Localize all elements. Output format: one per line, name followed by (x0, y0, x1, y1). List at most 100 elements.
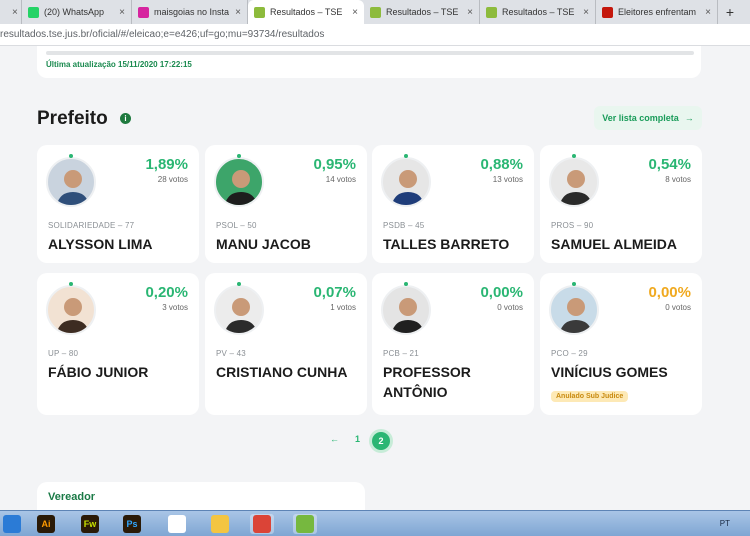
close-tab-icon[interactable]: × (352, 7, 358, 18)
party-number: PV – 43 (216, 349, 246, 358)
chrome-icon[interactable] (250, 514, 274, 534)
browser-tab[interactable]: maisgoias no Instag × (132, 0, 248, 24)
candidate-card[interactable]: 0,54% 8 votos PROS – 90 SAMUEL ALMEIDA (540, 145, 702, 263)
update-card: Última atualização 15/11/2020 17:22:15 (37, 46, 701, 78)
vote-percentage: 0,54% (648, 156, 691, 173)
candidate-card[interactable]: 0,07% 1 votos PV – 43 CRISTIANO CUNHA (205, 273, 367, 415)
close-tab-icon[interactable]: × (705, 7, 711, 18)
vote-percentage: 0,20% (145, 284, 188, 301)
candidate-photo (46, 285, 96, 335)
person-silhouette-icon (56, 170, 90, 205)
close-tab-icon[interactable]: × (12, 7, 18, 18)
status-dot (69, 282, 73, 286)
close-tab-icon[interactable]: × (583, 7, 589, 18)
taskbar-app-label (168, 515, 186, 533)
info-icon[interactable]: i (120, 113, 131, 124)
tse-icon (370, 6, 381, 18)
magnifier-document-icon[interactable] (165, 514, 189, 534)
vote-count: 0 votos (665, 303, 691, 312)
vote-count: 14 votos (325, 175, 356, 184)
candidate-photo (549, 285, 599, 335)
url-text[interactable]: resultados.tse.jus.br/oficial/#/eleicao;… (0, 29, 324, 40)
illustrator-icon[interactable]: Ai (34, 514, 58, 534)
pagination: ← 1 2 (0, 432, 750, 454)
candidate-card[interactable]: 1,89% 28 votos SOLIDARIEDADE – 77 ALYSSON L… (37, 145, 199, 263)
party-number: PSDB – 45 (383, 221, 425, 230)
new-tab-button[interactable]: + (718, 0, 742, 24)
vote-percentage: 0,00% (480, 284, 523, 301)
close-tab-icon[interactable]: × (235, 7, 241, 18)
taskbar-app-label: Fw (81, 515, 99, 533)
candidate-name: TALLES BARRETO (383, 236, 510, 252)
party-number: PCO – 29 (551, 349, 588, 358)
vote-percentage: 0,88% (480, 156, 523, 173)
tab-title: Eleitores enfrentam (618, 7, 697, 17)
taskbar-app-label (211, 515, 229, 533)
party-number: PROS – 90 (551, 221, 594, 230)
candidate-photo (381, 285, 431, 335)
browser-tab[interactable]: Resultados – TSE × (480, 0, 596, 24)
taskbar-app-label (296, 515, 314, 533)
last-update-label: Última atualização 15/11/2020 17:22:15 (46, 60, 192, 69)
party-number: UP – 80 (48, 349, 79, 358)
candidate-card[interactable]: 0,95% 14 votos PSOL – 50 MANU JACOB (205, 145, 367, 263)
candidate-card[interactable]: 0,88% 13 votos PSDB – 45 TALLES BARRETO (372, 145, 534, 263)
close-tab-icon[interactable]: × (467, 7, 473, 18)
taskbar-app-label (253, 515, 271, 533)
language-indicator[interactable]: PT (720, 519, 730, 528)
status-dot (404, 154, 408, 158)
status-dot (237, 282, 241, 286)
browser-tab[interactable]: Resultados – TSE × (364, 0, 480, 24)
view-full-list-button[interactable]: Ver lista completa → (594, 106, 702, 130)
vereador-title: Vereador (48, 491, 96, 503)
person-silhouette-icon (559, 170, 593, 205)
whatsapp-icon (28, 6, 39, 18)
instagram-icon (138, 6, 149, 18)
person-silhouette-icon (391, 170, 425, 205)
vereador-card[interactable]: Vereador (37, 482, 365, 510)
candidate-name: MANU JACOB (216, 236, 311, 252)
candidate-card[interactable]: 0,00% 0 votos PCB – 21 PROFESSOR ANTÔNIO (372, 273, 534, 415)
candidate-photo (214, 285, 264, 335)
candidate-card[interactable]: 0,20% 3 votos UP – 80 FÁBIO JUNIOR (37, 273, 199, 415)
browser-tab[interactable]: × (0, 0, 22, 24)
folder-icon[interactable] (208, 514, 232, 534)
browser-tab[interactable]: Eleitores enfrentam × (596, 0, 718, 24)
candidate-photo (381, 157, 431, 207)
person-silhouette-icon (224, 298, 258, 333)
status-dot (572, 154, 576, 158)
candidate-photo (549, 157, 599, 207)
photoshop-icon[interactable]: Ps (120, 514, 144, 534)
taskbar: PT Ai Fw Ps (0, 510, 750, 536)
candidate-card[interactable]: 0,00% 0 votos PCO – 29 VINÍCIUS GOMES Anulad… (540, 273, 702, 415)
tab-title: Resultados – TSE (502, 7, 575, 17)
utorrent-icon[interactable] (293, 514, 317, 534)
prev-page-icon[interactable]: ← (330, 434, 339, 444)
tab-title: maisgoias no Instag (154, 7, 230, 17)
fireworks-icon[interactable]: Fw (78, 514, 102, 534)
section-title: Prefeito (37, 108, 108, 129)
page-2-current[interactable]: 2 (372, 432, 390, 450)
status-dot (237, 154, 241, 158)
ie-icon[interactable] (0, 514, 24, 534)
tab-strip: × (20) WhatsApp × maisgoias no Instag × Resul… (0, 0, 750, 24)
page-1-link[interactable]: 1 (355, 434, 360, 444)
address-bar[interactable]: resultados.tse.jus.br/oficial/#/eleicao;… (0, 24, 750, 46)
arrow-right-icon: → (684, 113, 694, 123)
vote-count: 13 votos (492, 175, 523, 184)
candidate-name: VINÍCIUS GOMES (551, 364, 668, 380)
progress-bar (46, 51, 694, 55)
vote-count: 1 votos (330, 303, 356, 312)
tse-icon (254, 6, 265, 18)
status-dot (69, 154, 73, 158)
close-tab-icon[interactable]: × (119, 7, 125, 18)
browser-tab[interactable]: Resultados – TSE × (248, 0, 364, 24)
vote-percentage: 0,00% (648, 284, 691, 301)
browser-tab[interactable]: (20) WhatsApp × (22, 0, 132, 24)
candidate-photo (46, 157, 96, 207)
candidate-photo (214, 157, 264, 207)
tab-title: Resultados – TSE (270, 7, 343, 17)
vote-percentage: 0,07% (313, 284, 356, 301)
status-dot (572, 282, 576, 286)
vote-count: 0 votos (497, 303, 523, 312)
